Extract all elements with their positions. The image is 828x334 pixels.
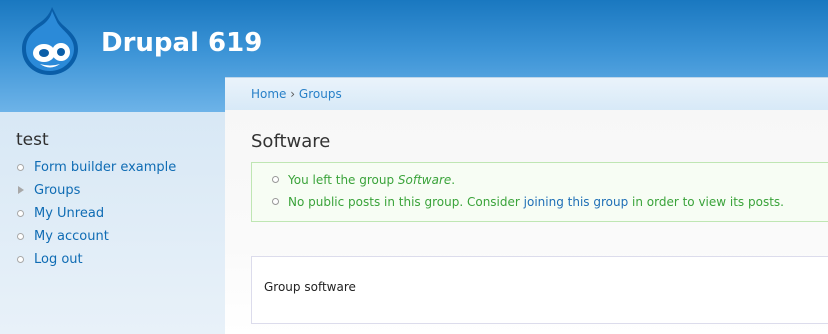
sidebar-link-log-out[interactable]: Log out bbox=[34, 252, 83, 267]
group-name: Software bbox=[397, 173, 452, 187]
sidebar-link-my-unread[interactable]: My Unread bbox=[34, 206, 104, 221]
bullet-icon bbox=[17, 210, 24, 217]
breadcrumb-bar: Home › Groups bbox=[225, 77, 828, 111]
sidebar-link-groups[interactable]: Groups bbox=[34, 183, 80, 198]
bullet-icon bbox=[272, 198, 279, 205]
bullet-icon bbox=[17, 233, 24, 240]
status-message-left-group: You left the group Software. bbox=[272, 173, 456, 187]
sidebar-title: test bbox=[16, 130, 49, 150]
bullet-icon bbox=[17, 256, 24, 263]
join-group-link[interactable]: joining this group bbox=[524, 195, 629, 209]
page-title: Software bbox=[251, 131, 331, 152]
status-messages: You left the group Software. No public p… bbox=[251, 162, 828, 222]
breadcrumb-home-link[interactable]: Home bbox=[251, 87, 286, 101]
bullet-icon bbox=[272, 176, 279, 183]
group-node: Group software bbox=[251, 256, 828, 324]
breadcrumb-separator: › bbox=[290, 87, 296, 101]
message-text: You left the group bbox=[288, 173, 398, 187]
drupal-logo-icon[interactable] bbox=[14, 5, 86, 77]
message-text: in order to view its posts. bbox=[628, 195, 784, 209]
site-name[interactable]: Drupal 619 bbox=[101, 28, 262, 58]
sidebar-link-my-account[interactable]: My account bbox=[34, 229, 109, 244]
message-text: No public posts in this group. Consider bbox=[288, 195, 524, 209]
breadcrumb-groups-link[interactable]: Groups bbox=[299, 87, 342, 101]
collapsed-triangle-icon bbox=[18, 186, 24, 194]
message-text: . bbox=[451, 173, 456, 187]
status-message-no-posts: No public posts in this group. Consider … bbox=[272, 195, 784, 209]
sidebar: test Form builder example Groups My Unre… bbox=[0, 112, 225, 334]
bullet-icon bbox=[17, 164, 24, 171]
breadcrumb: Home › Groups bbox=[251, 87, 342, 101]
group-description: Group software bbox=[264, 280, 356, 294]
sidebar-link-form-builder-example[interactable]: Form builder example bbox=[34, 160, 176, 175]
